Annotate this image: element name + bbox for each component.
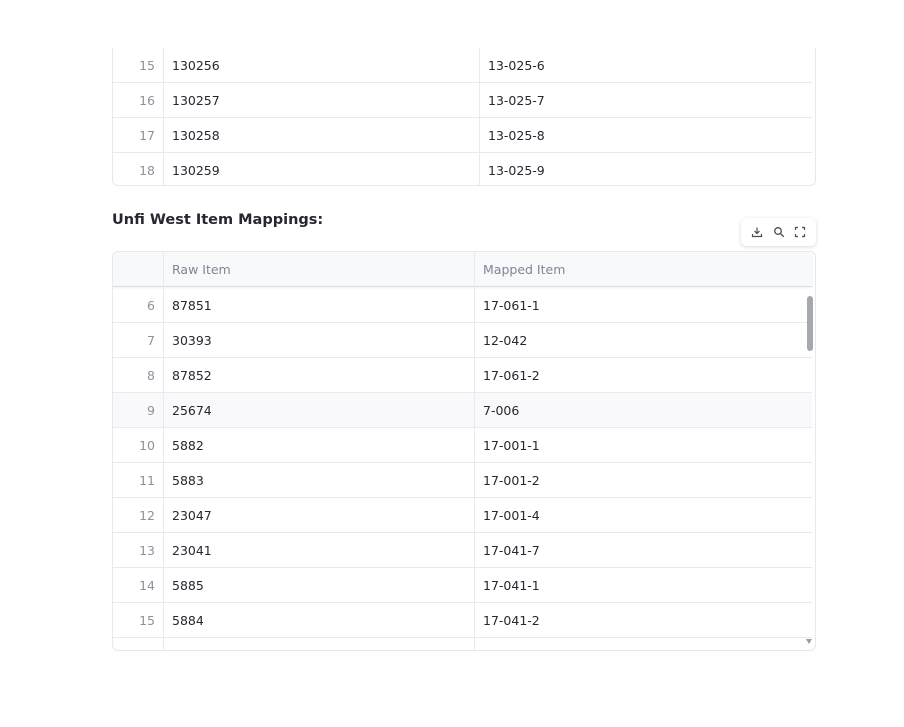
mapped-item-cell[interactable]: 17-061-1 (475, 288, 812, 322)
raw-item-cell[interactable]: 25674 (164, 393, 475, 427)
table-row[interactable]: 13 23041 17-041-7 (113, 533, 812, 568)
table-row[interactable]: 16 130257 13-025-7 (113, 83, 812, 118)
table-row[interactable]: 9 25674 7-006 (113, 393, 812, 428)
table-row[interactable]: 12 23047 17-001-4 (113, 498, 812, 533)
table-row[interactable]: 15 130256 13-025-6 (113, 48, 812, 83)
raw-item-cell[interactable]: 5884 (164, 603, 475, 637)
raw-item-cell[interactable]: 30393 (164, 323, 475, 357)
row-index: 10 (113, 428, 164, 462)
scroll-down-arrow-icon[interactable] (806, 639, 812, 644)
raw-item-header[interactable]: Raw Item (164, 252, 475, 286)
mapped-item-cell[interactable]: 12-042 (475, 323, 812, 357)
unfi-west-mappings-table[interactable]: Raw Item Mapped Item 6 87851 17-061-1 7 … (112, 251, 816, 651)
mapped-item-cell[interactable]: 17-001-2 (475, 463, 812, 497)
download-icon (752, 227, 763, 238)
mapped-item-cell[interactable]: 17-041-2 (475, 603, 812, 637)
raw-item-cell[interactable]: 130257 (164, 83, 480, 117)
table-row[interactable]: 8 87852 17-061-2 (113, 358, 812, 393)
mapped-item-cell[interactable]: 7-006 (475, 393, 812, 427)
mapped-item-cell[interactable]: 17-001-1 (475, 428, 812, 462)
scroll-thumb[interactable] (807, 296, 813, 351)
raw-item-cell[interactable]: 5883 (164, 463, 475, 497)
fullscreen-button[interactable] (791, 223, 809, 241)
raw-item-cell[interactable]: 130259 (164, 153, 480, 185)
mapped-item-cell[interactable]: 17-001-4 (475, 498, 812, 532)
row-index: 14 (113, 568, 164, 602)
dataframe-toolbar (741, 218, 816, 246)
mapped-item-cell[interactable]: 13-025-6 (480, 48, 812, 82)
raw-item-cell[interactable]: 5882 (164, 428, 475, 462)
index-header (113, 252, 164, 286)
raw-item-cell[interactable]: 5885 (164, 568, 475, 602)
mapped-item-header[interactable]: Mapped Item (475, 252, 812, 286)
mapped-item-cell[interactable]: 17-061-2 (475, 358, 812, 392)
row-index: 9 (113, 393, 164, 427)
table-header: Raw Item Mapped Item (113, 252, 812, 287)
row-index: 8 (113, 358, 164, 392)
mapped-item-cell[interactable]: 17-041-1 (475, 568, 812, 602)
search-button[interactable] (770, 223, 788, 241)
row-index: 15 (113, 603, 164, 637)
raw-item-cell[interactable]: 23047 (164, 498, 475, 532)
mapped-item-cell (475, 638, 812, 650)
mapped-item-cell[interactable]: 13-025-7 (480, 83, 812, 117)
section-title: Unfi West Item Mappings: (112, 212, 324, 228)
raw-item-cell[interactable]: 87852 (164, 358, 475, 392)
table-row[interactable]: 18 130259 13-025-9 (113, 153, 812, 185)
table-row[interactable]: 10 5882 17-001-1 (113, 428, 812, 463)
row-index: 11 (113, 463, 164, 497)
table-row[interactable]: 6 87851 17-061-1 (113, 288, 812, 323)
mapped-item-cell[interactable]: 13-025-8 (480, 118, 812, 152)
previous-mappings-table[interactable]: 15 130256 13-025-6 16 130257 13-025-7 17… (112, 48, 816, 186)
row-index: 17 (113, 118, 164, 152)
mapped-item-cell[interactable]: 17-041-7 (475, 533, 812, 567)
mapped-item-cell[interactable]: 13-025-9 (480, 153, 812, 185)
raw-item-cell[interactable]: 130256 (164, 48, 480, 82)
download-button[interactable] (748, 223, 766, 241)
fullscreen-icon (794, 226, 805, 238)
row-index: 13 (113, 533, 164, 567)
table-row[interactable]: 7 30393 12-042 (113, 323, 812, 358)
row-index: 7 (113, 323, 164, 357)
row-index: 15 (113, 48, 164, 82)
table-row-partial (113, 638, 812, 650)
raw-item-cell[interactable]: 87851 (164, 288, 475, 322)
table-row[interactable]: 17 130258 13-025-8 (113, 118, 812, 153)
raw-item-cell[interactable]: 23041 (164, 533, 475, 567)
row-index (113, 638, 164, 650)
row-index: 12 (113, 498, 164, 532)
vertical-scrollbar[interactable] (803, 252, 815, 650)
table-row[interactable]: 15 5884 17-041-2 (113, 603, 812, 638)
table-row[interactable]: 11 5883 17-001-2 (113, 463, 812, 498)
row-index: 6 (113, 288, 164, 322)
table-row[interactable]: 14 5885 17-041-1 (113, 568, 812, 603)
row-index: 18 (113, 153, 164, 185)
search-icon (773, 227, 784, 238)
row-index: 16 (113, 83, 164, 117)
raw-item-cell (164, 638, 475, 650)
raw-item-cell[interactable]: 130258 (164, 118, 480, 152)
